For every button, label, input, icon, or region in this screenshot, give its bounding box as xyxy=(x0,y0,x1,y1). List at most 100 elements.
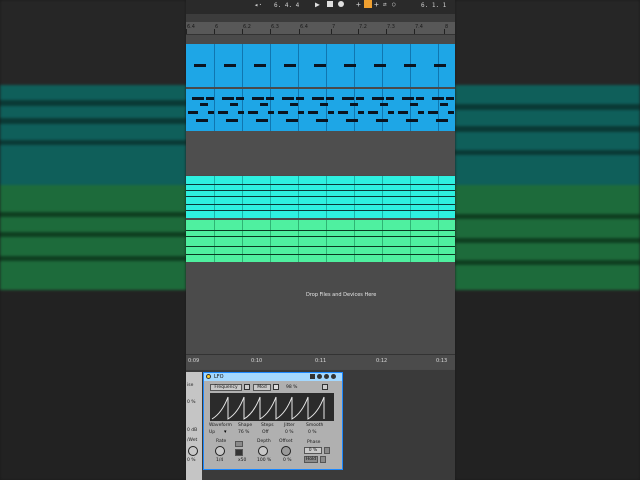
midi-note[interactable] xyxy=(350,103,358,106)
midi-note[interactable] xyxy=(254,64,266,67)
stop-icon[interactable] xyxy=(327,1,333,7)
midi-note[interactable] xyxy=(328,111,334,114)
midi-note[interactable] xyxy=(224,64,236,67)
sync-icon[interactable] xyxy=(235,441,243,447)
drywet-knob[interactable] xyxy=(188,446,198,456)
midi-note[interactable] xyxy=(218,111,228,114)
midi-note[interactable] xyxy=(284,64,296,67)
midi-note[interactable] xyxy=(230,103,238,106)
midi-note[interactable] xyxy=(320,103,328,106)
drop-zone[interactable]: Drop Files and Devices Here xyxy=(186,262,455,354)
lfo-header[interactable]: LFO xyxy=(204,373,342,381)
device-menu-icon[interactable] xyxy=(331,374,336,379)
midi-note[interactable] xyxy=(308,111,318,114)
depth-knob[interactable] xyxy=(258,446,268,456)
midi-note[interactable] xyxy=(402,97,414,100)
clip-track-3[interactable] xyxy=(186,176,455,218)
midi-note[interactable] xyxy=(368,111,378,114)
midi-note[interactable] xyxy=(316,119,328,122)
midi-note[interactable] xyxy=(380,103,388,106)
retrigger-icon[interactable] xyxy=(320,456,326,463)
midi-note[interactable] xyxy=(222,97,234,100)
shape-value[interactable]: 76 % xyxy=(238,430,249,435)
follow-arrow-icon[interactable]: ◂· xyxy=(254,1,262,9)
midi-note[interactable] xyxy=(432,97,444,100)
midi-note[interactable] xyxy=(312,97,324,100)
midi-note[interactable] xyxy=(406,119,418,122)
midi-note[interactable] xyxy=(388,111,394,114)
offset-value[interactable]: 0 % xyxy=(283,458,292,463)
midi-note[interactable] xyxy=(256,119,268,122)
midi-note[interactable] xyxy=(404,64,416,67)
midi-note[interactable] xyxy=(372,97,384,100)
midi-note[interactable] xyxy=(418,111,424,114)
midi-note[interactable] xyxy=(238,111,244,114)
punch-icon[interactable]: ○ xyxy=(392,1,396,8)
midi-note[interactable] xyxy=(192,97,204,100)
midi-note[interactable] xyxy=(186,246,455,247)
play-position[interactable]: 6. 1. 1 xyxy=(421,2,446,9)
midi-note[interactable] xyxy=(186,184,455,185)
midi-note[interactable] xyxy=(188,111,198,114)
midi-note[interactable] xyxy=(440,103,448,106)
midi-note[interactable] xyxy=(282,97,294,100)
automation-arm-icon[interactable] xyxy=(364,0,372,8)
depth-value[interactable]: 100 % xyxy=(257,458,271,463)
midi-note[interactable] xyxy=(326,97,334,100)
play-icon[interactable]: ▶ xyxy=(315,0,320,9)
midi-note[interactable] xyxy=(338,111,348,114)
jitter-value[interactable]: 0 % xyxy=(285,430,294,435)
clip-track-2[interactable] xyxy=(186,89,455,131)
midi-note[interactable] xyxy=(290,103,298,106)
add-locator-icon[interactable]: + xyxy=(374,0,379,9)
midi-note[interactable] xyxy=(410,103,418,106)
overview-strip[interactable] xyxy=(186,14,455,22)
midi-note[interactable] xyxy=(286,119,298,122)
add-icon[interactable]: + xyxy=(356,0,361,9)
midi-note[interactable] xyxy=(186,236,455,237)
hz-icon[interactable] xyxy=(235,449,243,456)
expand-icon[interactable] xyxy=(324,374,329,379)
midi-note[interactable] xyxy=(278,111,288,114)
midi-note[interactable] xyxy=(208,111,214,114)
midi-note[interactable] xyxy=(206,97,214,100)
midi-note[interactable] xyxy=(342,97,354,100)
midi-note[interactable] xyxy=(374,64,386,67)
mod-map-icon[interactable] xyxy=(273,384,279,390)
midi-note[interactable] xyxy=(186,190,455,191)
midi-note[interactable] xyxy=(186,254,455,255)
midi-note[interactable] xyxy=(296,97,304,100)
time-ruler[interactable]: 0:09 0:10 0:11 0:12 0:13 xyxy=(186,354,455,369)
map-icon[interactable] xyxy=(244,384,250,390)
empty-track[interactable] xyxy=(186,131,455,175)
phase-value[interactable]: 0 % xyxy=(304,447,322,454)
beat-ruler[interactable]: 6.4 6 6.2 6.3 6.4 7 7.2 7.3 7.4 8 xyxy=(186,22,455,35)
midi-note[interactable] xyxy=(186,196,455,197)
mod-value[interactable]: 98 % xyxy=(286,385,297,390)
rate-multiplier[interactable]: x50 xyxy=(238,458,246,463)
midi-note[interactable] xyxy=(186,230,455,231)
clip-track-4[interactable] xyxy=(186,220,455,262)
hold-button[interactable]: Hold xyxy=(304,456,318,463)
rate-value[interactable]: 1/4 xyxy=(216,458,223,463)
hot-swap-icon[interactable] xyxy=(317,374,322,379)
offset-knob[interactable] xyxy=(281,446,291,456)
midi-note[interactable] xyxy=(252,97,264,100)
midi-note[interactable] xyxy=(226,119,238,122)
midi-note[interactable] xyxy=(358,111,364,114)
midi-note[interactable] xyxy=(398,111,408,114)
midi-note[interactable] xyxy=(346,119,358,122)
rate-knob[interactable] xyxy=(215,446,225,456)
device-chain-empty[interactable] xyxy=(344,372,455,480)
save-preset-icon[interactable] xyxy=(310,374,315,379)
device-on-icon[interactable] xyxy=(206,374,211,379)
mod-button[interactable]: Mod xyxy=(253,384,271,391)
midi-note[interactable] xyxy=(248,111,258,114)
midi-note[interactable] xyxy=(434,64,446,67)
midi-note[interactable] xyxy=(298,111,304,114)
arrangement-position[interactable]: 6. 4. 4 xyxy=(274,2,299,9)
waveform-value[interactable]: Up xyxy=(209,430,215,435)
midi-note[interactable] xyxy=(268,111,274,114)
midi-note[interactable] xyxy=(186,210,455,211)
midi-note[interactable] xyxy=(436,119,448,122)
